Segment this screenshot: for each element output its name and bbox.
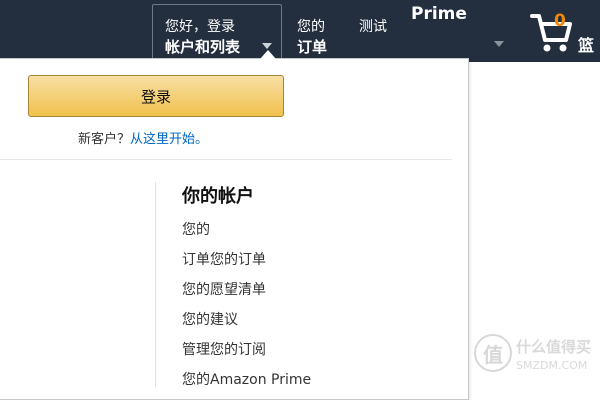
account-item-wishlist[interactable]: 您的愿望清单 <box>182 279 311 309</box>
cart-label[interactable]: 篮 <box>578 32 594 56</box>
flyout-divider <box>0 159 452 160</box>
nav-bar: 您好，登录 帐户和列表 您的 订单 测试 Prime 0 篮 <box>0 0 600 62</box>
flyout-arrow <box>260 50 276 59</box>
account-item-recommendations[interactable]: 您的建议 <box>182 309 311 339</box>
watermark-domain: SMZDM.COM <box>516 359 588 372</box>
new-customer-prompt: 新客户？从这里开始。 <box>78 128 208 147</box>
account-greeting: 您好，登录 <box>165 19 235 35</box>
account-lists-label: 帐户和列表 <box>165 38 241 56</box>
your-account-list: 您的 订单您的订单 您的愿望清单 您的建议 管理您的订阅 您的Amazon Pr… <box>182 219 311 399</box>
chevron-down-icon <box>262 43 272 49</box>
new-customer-label: 新客户？ <box>78 132 131 147</box>
chevron-down-icon[interactable] <box>494 41 504 47</box>
account-item-subscriptions[interactable]: 管理您的订阅 <box>182 339 311 369</box>
account-item-orders[interactable]: 订单您的订单 <box>182 249 311 279</box>
prime-menu[interactable]: Prime <box>411 4 467 24</box>
orders-link[interactable]: 订单 <box>297 36 327 57</box>
signin-button[interactable]: 登录 <box>28 75 284 117</box>
start-here-link[interactable]: 从这里开始。 <box>130 132 208 147</box>
watermark-logo-icon: 值 <box>474 334 512 372</box>
cart-count-badge: 0 <box>554 11 566 31</box>
account-item-yours[interactable]: 您的 <box>182 219 311 249</box>
orders-line1[interactable]: 您的 <box>297 16 325 36</box>
column-divider <box>155 182 156 387</box>
test-link[interactable]: 测试 <box>359 16 387 36</box>
your-account-heading: 你的帐户 <box>182 186 254 207</box>
account-item-prime[interactable]: 您的Amazon Prime <box>182 369 311 399</box>
smzdm-watermark: 值 什么值得买 SMZDM.COM <box>474 332 598 380</box>
watermark-title: 什么值得买 <box>516 338 592 356</box>
